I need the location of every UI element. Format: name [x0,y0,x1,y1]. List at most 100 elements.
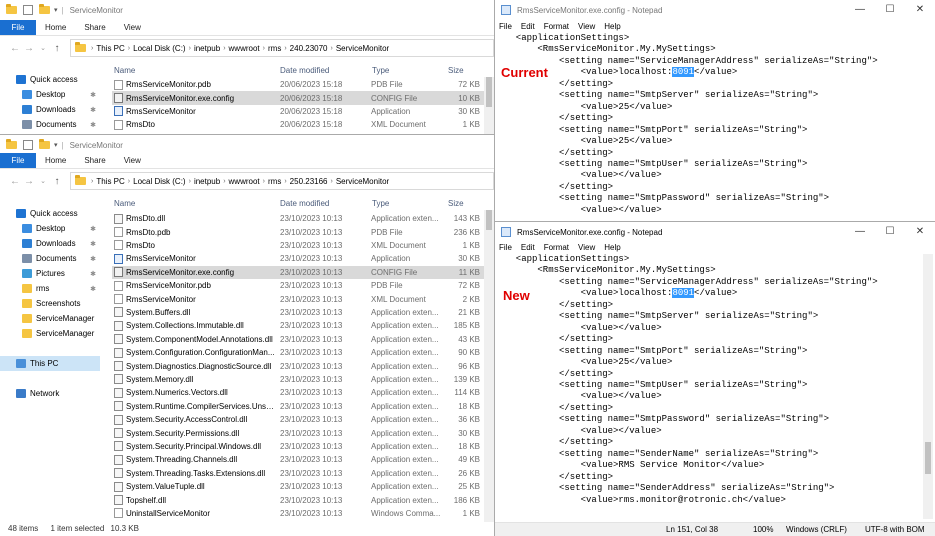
nav-item-quick-access[interactable]: Quick access [0,206,100,221]
table-row[interactable]: System.Runtime.CompilerServices.Unsaf...… [112,400,492,413]
column-size[interactable]: Size [448,66,464,75]
check-icon[interactable] [23,5,33,15]
tab-share[interactable]: Share [75,153,114,168]
scrollbar[interactable] [484,77,494,134]
nav-item-servicemanager[interactable]: ServiceManager [0,311,100,326]
pin-icon[interactable]: ✱ [90,106,96,114]
column-name[interactable]: Name [114,199,135,208]
nav-item-downloads[interactable]: Downloads ✱ [0,102,100,117]
table-row[interactable]: RmsServiceMonitor.exe.config 23/10/2023 1… [112,265,492,279]
tab-home[interactable]: Home [36,153,75,168]
nav-item-pictures[interactable]: Pictures ✱ [0,266,100,281]
text-editor[interactable]: <applicationSettings> <RmsServiceMonitor… [505,33,878,216]
dropdown-icon[interactable]: ▾ [54,6,58,14]
table-row[interactable]: Topshelf.dll 23/10/2023 10:13 Application … [112,493,492,506]
breadcrumb-inetpub[interactable]: inetpub [194,177,220,186]
menu-format[interactable]: Format [544,22,569,31]
breadcrumb-local-disk[interactable]: Local Disk (C:) [133,177,185,186]
breadcrumb-rms[interactable]: rms [268,44,281,53]
breadcrumb-wwwroot[interactable]: wwwroot [229,44,260,53]
breadcrumb-this-pc[interactable]: This PC [96,177,124,186]
back-icon[interactable]: ← [8,43,22,54]
menu-view[interactable]: View [578,22,595,31]
pin-icon[interactable]: ✱ [90,91,96,99]
breadcrumb-servicemonitor[interactable]: ServiceMonitor [336,177,389,186]
explorer-titlebar[interactable]: ▾ | ServiceMonitor [0,0,494,20]
menu-file[interactable]: File [499,243,512,252]
text-editor[interactable]: <applicationSettings> <RmsServiceMonitor… [505,254,878,506]
tab-share[interactable]: Share [75,20,114,35]
table-row[interactable]: System.Configuration.ConfigurationMan...… [112,346,492,359]
breadcrumb-servicemonitor[interactable]: ServiceMonitor [336,44,389,53]
tab-home[interactable]: Home [36,20,75,35]
column-date[interactable]: Date modified [280,66,329,75]
table-row[interactable]: RmsServiceMonitor.exe.config 20/06/2023 1… [112,91,492,105]
table-row[interactable]: System.Numerics.Vectors.dll 23/10/2023 10… [112,386,492,399]
pin-icon[interactable]: ✱ [90,121,96,129]
table-row[interactable]: System.ComponentModel.Annotations.dll 23/… [112,333,492,346]
table-row[interactable]: RmsDto.dll 23/10/2023 10:13 Application ex… [112,212,492,225]
table-row[interactable]: System.Security.AccessControl.dll 23/10/2… [112,413,492,426]
nav-item-desktop[interactable]: Desktop ✱ [0,87,100,102]
nav-item-this-pc[interactable]: This PC [0,356,100,371]
table-row[interactable]: System.Buffers.dll 23/10/2023 10:13 Applic… [112,306,492,319]
address-bar[interactable]: › This PC › Local Disk (C:) › inetpub › www… [70,39,494,57]
dropdown-icon[interactable]: ▾ [54,141,58,149]
table-row[interactable]: System.ValueTuple.dll 23/10/2023 10:13 App… [112,480,492,493]
chevron-down-icon[interactable]: ⌄ [36,177,50,185]
breadcrumb-version[interactable]: 240.23070 [290,44,328,53]
notepad-titlebar[interactable]: RmsServiceMonitor.exe.config - Notepad —… [495,222,935,242]
selected-text[interactable]: 8091 [672,288,695,299]
nav-item-downloads[interactable]: Downloads ✱ [0,236,100,251]
maximize-button[interactable]: ☐ [875,222,905,242]
pin-icon[interactable]: ✱ [90,285,96,293]
table-row[interactable]: UninstallServiceMonitor 23/10/2023 10:13 W… [112,507,492,520]
forward-icon[interactable]: → [22,176,36,187]
table-row[interactable]: RmsDto 23/10/2023 10:13 XML Document 1 KB [112,239,492,252]
table-row[interactable]: System.Threading.Tasks.Extensions.dll 23/… [112,467,492,480]
table-row[interactable]: System.Security.Principal.Windows.dll 23/… [112,440,492,453]
table-row[interactable]: RmsServiceMonitor 23/10/2023 10:13 XML Doc… [112,292,492,305]
breadcrumb-wwwroot[interactable]: wwwroot [229,177,260,186]
nav-item-quick-access[interactable]: Quick access [0,72,100,87]
up-icon[interactable]: ↑ [50,43,64,54]
table-row[interactable]: System.Diagnostics.DiagnosticSource.dll 2… [112,359,492,372]
tab-view[interactable]: View [115,20,150,35]
maximize-button[interactable]: ☐ [875,0,905,20]
breadcrumb-this-pc[interactable]: This PC [96,44,124,53]
back-icon[interactable]: ← [8,176,22,187]
table-row[interactable]: System.Security.Permissions.dll 23/10/202… [112,426,492,439]
table-row[interactable]: System.Memory.dll 23/10/2023 10:13 Applica… [112,373,492,386]
menu-edit[interactable]: Edit [521,243,535,252]
table-row[interactable]: System.Threading.Channels.dll 23/10/2023 … [112,453,492,466]
scrollbar[interactable] [484,210,494,522]
nav-item-screenshots[interactable]: Screenshots [0,296,100,311]
pin-icon[interactable]: ✱ [90,240,96,248]
breadcrumb-version[interactable]: 250.23166 [290,177,328,186]
close-button[interactable]: ✕ [905,222,935,242]
check-icon[interactable] [23,140,33,150]
file-tab[interactable]: File [0,153,36,168]
notepad-titlebar[interactable]: RmsServiceMonitor.exe.config - Notepad —… [495,0,935,20]
column-date[interactable]: Date modified [280,199,329,208]
file-tab[interactable]: File [0,20,36,35]
breadcrumb-inetpub[interactable]: inetpub [194,44,220,53]
column-name[interactable]: Name [114,66,135,75]
column-type[interactable]: Type [372,199,389,208]
minimize-button[interactable]: — [845,0,875,20]
nav-item-network[interactable]: Network [0,386,100,401]
forward-icon[interactable]: → [22,43,36,54]
nav-item-documents[interactable]: Documents ✱ [0,251,100,266]
nav-item-documents[interactable]: Documents ✱ [0,117,100,132]
menu-edit[interactable]: Edit [521,22,535,31]
breadcrumb-rms[interactable]: rms [268,177,281,186]
nav-item-servicemanager[interactable]: ServiceManager [0,326,100,341]
pin-icon[interactable]: ✱ [90,255,96,263]
table-row[interactable]: RmsDto 20/06/2023 15:18 XML Document 1 KB [112,118,492,131]
explorer-titlebar[interactable]: ▾ | ServiceMonitor [0,135,494,155]
selected-text[interactable]: 8091 [672,67,695,78]
address-bar[interactable]: › This PC › Local Disk (C:) › inetpub › www… [70,172,494,190]
minimize-button[interactable]: — [845,222,875,242]
scrollbar[interactable] [923,254,933,519]
close-button[interactable]: ✕ [905,0,935,20]
